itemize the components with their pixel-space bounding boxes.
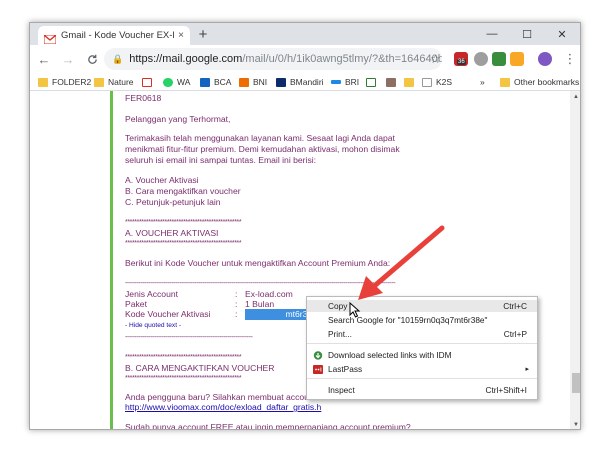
email-intro-2: menikmati fitur-fitur premium. Demi kemu… xyxy=(125,144,400,154)
reload-icon xyxy=(87,54,97,64)
lastpass-icon xyxy=(313,364,323,374)
extension-idm-icon[interactable] xyxy=(492,52,506,66)
menu-item-lastpass[interactable]: LastPass ▸ xyxy=(307,363,537,375)
other-bookmarks[interactable]: Other bookmarks xyxy=(500,75,579,89)
email-list-b: B. Cara mengaktifkan voucher xyxy=(125,186,241,196)
bookmark-wa[interactable]: WA xyxy=(163,75,190,89)
idm-icon xyxy=(313,350,323,360)
extension-badge: 36 xyxy=(457,59,466,65)
bookmark-bmandiri[interactable]: BMandiri xyxy=(276,75,324,89)
menu-item-copy[interactable]: Copy Ctrl+C xyxy=(307,300,537,312)
m-icon xyxy=(366,77,376,87)
scroll-up-icon[interactable]: ▲ xyxy=(570,91,580,103)
copy-shortcut: Ctrl+C xyxy=(503,301,527,311)
bookmarks-more-button[interactable]: » xyxy=(480,75,485,89)
bookmarks-bar: FOLDER2 Nature WA BCA BNI BMandiri BRI K… xyxy=(30,73,580,91)
menu-item-idm[interactable]: Download selected links with IDM xyxy=(307,349,537,361)
mouse-cursor-icon xyxy=(349,302,361,318)
bookmark-bri[interactable]: BRI xyxy=(331,75,359,89)
bookmark-bni[interactable]: BNI xyxy=(239,75,267,89)
register-link[interactable]: http://www.vioomax.com/doc/exload_daftar… xyxy=(125,402,321,413)
new-tab-button[interactable]: + xyxy=(194,26,212,43)
extension-globe-icon[interactable] xyxy=(474,52,488,66)
box-icon xyxy=(386,77,396,87)
address-bar[interactable]: 🔒 https://mail.google.com/mail/u/0/h/1ik… xyxy=(104,48,442,70)
email-row-jenis-account: Jenis Account: Ex-load.com xyxy=(125,289,293,299)
extension-note-icon[interactable] xyxy=(510,52,524,66)
reload-button[interactable] xyxy=(82,49,102,69)
folder-icon xyxy=(500,77,510,87)
bookmark-box[interactable] xyxy=(386,75,400,89)
folder-icon xyxy=(404,77,414,87)
close-window-button[interactable]: ✕ xyxy=(545,23,579,45)
bookmark-star-icon[interactable]: ☆ xyxy=(430,52,441,66)
bookmark-k2s[interactable]: K2S xyxy=(422,75,452,89)
scroll-down-icon[interactable]: ▼ xyxy=(570,419,580,429)
menu-button[interactable]: ⋮ xyxy=(560,49,580,69)
email-list-c: C. Petunjuk-petunjuk lain xyxy=(125,197,221,207)
email-stars-1: ****************************************… xyxy=(125,219,242,226)
url-path: /mail/u/0/h/1ik0awng5tlmy/?&th=164640b5a… xyxy=(242,53,442,65)
scrollbar-thumb[interactable] xyxy=(572,373,580,393)
menu-item-search-google[interactable]: Search Google for "10159rn0q3q7mt6r38e" xyxy=(307,314,537,326)
email-intro-3: seluruh isi email ini sampai tuntas. Ema… xyxy=(125,155,317,165)
menu-item-inspect[interactable]: Inspect Ctrl+Shift+I xyxy=(307,384,537,396)
bookmark-bca[interactable]: BCA xyxy=(200,75,231,89)
bni-icon xyxy=(239,77,249,87)
tab-strip: Gmail - Kode Voucher EX-LOAD.C × + — ☐ ✕ xyxy=(30,23,580,45)
lock-icon: 🔒 xyxy=(112,53,124,64)
minimize-button[interactable]: — xyxy=(475,23,509,45)
inspect-shortcut: Ctrl+Shift+I xyxy=(485,385,527,395)
email-intro-1: Terimakasih telah menggunakan layanan ka… xyxy=(125,133,395,143)
email-stars-3: ****************************************… xyxy=(125,354,242,361)
context-menu: Copy Ctrl+C Search Google for "10159rn0q… xyxy=(306,296,538,400)
email-code: FER0618 xyxy=(125,93,162,103)
email-greeting: Pelanggan yang Terhormat, xyxy=(125,114,231,124)
folder-icon xyxy=(38,77,48,87)
tab-close-icon[interactable]: × xyxy=(178,30,184,41)
email-section-b: B. CARA MENGAKTIFKAN VOUCHER xyxy=(125,363,275,373)
email-dashes-2: ----------------------------------------… xyxy=(125,334,253,341)
k2s-icon xyxy=(422,77,432,87)
menu-separator xyxy=(307,378,537,379)
profile-avatar[interactable] xyxy=(538,52,552,66)
extension-lastpass-icon[interactable]: 36 xyxy=(454,52,468,66)
bri-icon xyxy=(331,80,341,84)
tab-title: Gmail - Kode Voucher EX-LOAD.C xyxy=(61,30,174,41)
bookmark-folder[interactable] xyxy=(404,75,418,89)
forward-button[interactable]: → xyxy=(58,49,78,69)
menu-item-print[interactable]: Print... Ctrl+P xyxy=(307,328,537,340)
whatsapp-icon xyxy=(163,77,173,87)
bookmark-m[interactable] xyxy=(366,75,380,89)
folder-icon xyxy=(94,77,104,87)
quote-bar xyxy=(110,91,113,429)
email-section-a: A. VOUCHER AKTIVASI xyxy=(125,228,219,238)
gmail-icon xyxy=(43,31,57,45)
bca-icon xyxy=(200,77,210,87)
email-stars-2: ****************************************… xyxy=(125,240,242,247)
tab-gmail[interactable]: Gmail - Kode Voucher EX-LOAD.C × xyxy=(38,26,190,45)
menu-separator xyxy=(307,343,537,344)
email-voucher-intro: Berikut ini Kode Voucher untuk mengaktif… xyxy=(125,258,391,268)
bookmark-nature[interactable]: Nature xyxy=(94,75,134,89)
print-shortcut: Ctrl+P xyxy=(503,329,527,339)
bookmark-folder2[interactable]: FOLDER2 xyxy=(38,75,91,89)
bookmark-gmail[interactable] xyxy=(142,75,156,89)
email-row-kode-voucher: Kode Voucher Aktivasi: mt6r38e xyxy=(125,309,319,320)
submenu-arrow-icon: ▸ xyxy=(525,366,529,373)
email-stars-4: ****************************************… xyxy=(125,375,242,382)
mandiri-icon xyxy=(276,77,286,87)
toolbar: ← → 🔒 https://mail.google.com/mail/u/0/h… xyxy=(30,45,580,73)
email-row-paket: Paket:1 Bulan xyxy=(125,299,275,309)
back-button[interactable]: ← xyxy=(34,49,54,69)
maximize-button[interactable]: ☐ xyxy=(510,23,544,45)
email-list-a: A. Voucher Aktivasi xyxy=(125,175,199,185)
email-renew-1: Sudah punya account FREE atau ingin memp… xyxy=(125,422,411,430)
hide-quoted-text-link[interactable]: - Hide quoted text - xyxy=(125,321,181,332)
gmail-icon xyxy=(142,77,152,87)
url-domain: https://mail.google.com xyxy=(129,53,243,65)
email-new-user: Anda pengguna baru? Silahkan membuat acc… xyxy=(125,392,317,402)
vertical-scrollbar[interactable]: ▲ ▼ xyxy=(570,91,580,429)
email-dashes-1: ----------------------------------------… xyxy=(125,280,396,287)
